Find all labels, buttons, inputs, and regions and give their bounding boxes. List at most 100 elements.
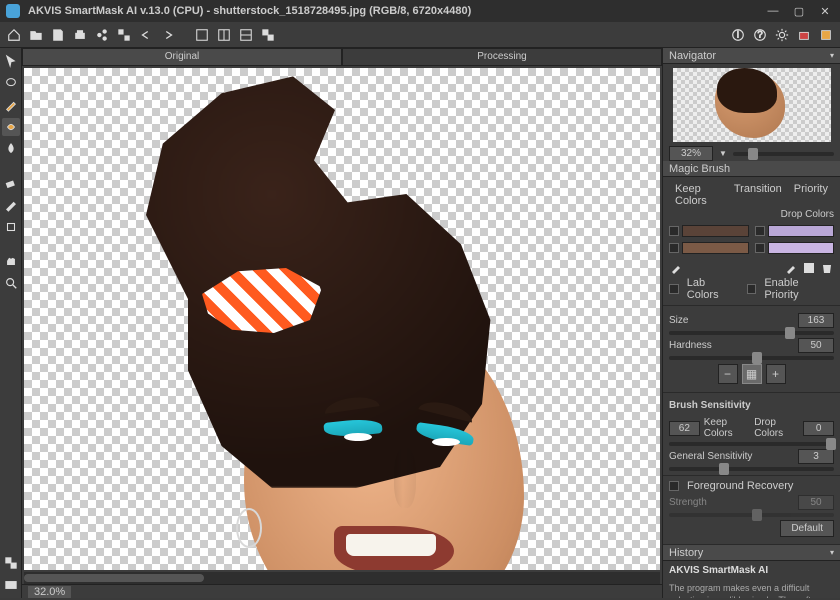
save-colors-icon[interactable] — [802, 261, 816, 275]
sens-slider[interactable] — [669, 442, 834, 446]
drop-swatches — [755, 224, 835, 255]
size-row: Size 163 — [669, 313, 834, 328]
home-button[interactable] — [4, 25, 24, 45]
save-button[interactable] — [48, 25, 68, 45]
subject-eye — [344, 433, 372, 441]
open-button[interactable] — [26, 25, 46, 45]
info-button[interactable]: i — [728, 25, 748, 45]
tab-original[interactable]: Original — [22, 48, 342, 66]
zoom-knob[interactable] — [748, 148, 758, 160]
pointer-tool[interactable] — [2, 52, 20, 70]
redo-button[interactable] — [158, 25, 178, 45]
keep-sens-row: 62 Keep Colors Drop Colors 0 — [669, 417, 834, 439]
swatch-chip[interactable] — [682, 225, 749, 237]
subject-eye — [432, 438, 460, 446]
swatch-check[interactable] — [755, 226, 765, 236]
general-knob[interactable] — [719, 463, 729, 475]
zoom-tool[interactable] — [2, 274, 20, 292]
swatch-tools — [669, 259, 834, 277]
view-split-h-button[interactable] — [214, 25, 234, 45]
size-label: Size — [669, 315, 688, 326]
horizontal-scrollbar[interactable] — [24, 572, 660, 584]
view-checker-button[interactable] — [258, 25, 278, 45]
eyedropper-drop-icon[interactable] — [784, 261, 798, 275]
default-button[interactable]: Default — [780, 520, 834, 537]
swatch-row[interactable] — [669, 241, 749, 255]
lab-colors-checkbox[interactable] — [669, 284, 679, 294]
navigator-header[interactable]: Navigator▾ — [663, 48, 840, 64]
swatch-chip[interactable] — [682, 242, 749, 254]
canvas[interactable] — [24, 68, 660, 570]
navigator-preview[interactable] — [663, 64, 840, 146]
minimize-button[interactable]: — — [764, 4, 782, 18]
enable-priority-checkbox[interactable] — [747, 284, 757, 294]
subject-earring — [236, 508, 262, 548]
size-value[interactable]: 163 — [798, 313, 834, 328]
blur-tool[interactable] — [2, 140, 20, 158]
hand-tool[interactable] — [2, 252, 20, 270]
history-title: AKVIS SmartMask AI — [663, 561, 840, 576]
settings-button[interactable] — [772, 25, 792, 45]
whatsnew-button[interactable] — [816, 25, 836, 45]
delete-colors-icon[interactable] — [820, 261, 834, 275]
lasso-tool[interactable] — [2, 74, 20, 92]
mask-toggle[interactable] — [2, 576, 20, 594]
canvas-wrap — [22, 66, 662, 584]
checker-toggle[interactable] — [2, 554, 20, 572]
batch-button[interactable] — [114, 25, 134, 45]
help-button[interactable]: ? — [750, 25, 770, 45]
collapse-icon: ▾ — [830, 545, 834, 561]
swatch-check[interactable] — [755, 243, 765, 253]
view-split-v-button[interactable] — [236, 25, 256, 45]
cart-button[interactable] — [794, 25, 814, 45]
swatch-row[interactable] — [755, 241, 835, 255]
swatch-row[interactable] — [669, 224, 749, 238]
view-full-button[interactable] — [192, 25, 212, 45]
swatch-chip[interactable] — [768, 225, 835, 237]
zoom-dropdown-icon[interactable]: ▼ — [719, 149, 727, 158]
scrollbar-thumb[interactable] — [24, 574, 204, 582]
share-button[interactable] — [92, 25, 112, 45]
keep-sens-label: Keep Colors — [704, 417, 750, 439]
keep-colors-tab[interactable]: Keep Colors — [669, 181, 728, 209]
eyedropper-keep-icon[interactable] — [669, 261, 683, 275]
size-knob[interactable] — [785, 327, 795, 339]
navigator-thumb[interactable] — [673, 68, 831, 142]
hardness-slider[interactable] — [669, 356, 834, 360]
keep-sens-value[interactable]: 62 — [669, 421, 700, 436]
hardness-value[interactable]: 50 — [798, 338, 834, 353]
zoom-slider[interactable] — [733, 152, 834, 156]
fg-checkbox[interactable] — [669, 481, 679, 491]
swatch-row[interactable] — [755, 224, 835, 238]
brush-tool[interactable] — [2, 196, 20, 214]
mode-select[interactable]: ▦ — [742, 364, 762, 384]
general-slider[interactable] — [669, 467, 834, 471]
magic-brush-tool[interactable] — [2, 118, 20, 136]
mode-minus[interactable]: − — [718, 364, 738, 384]
swatch-check[interactable] — [669, 226, 679, 236]
drop-sens-value[interactable]: 0 — [803, 421, 834, 436]
print-button[interactable] — [70, 25, 90, 45]
tab-processing[interactable]: Processing — [342, 48, 662, 66]
brush-sensitivity-label: Brush Sensitivity — [669, 397, 834, 414]
priority-tab[interactable]: Priority — [788, 181, 834, 209]
size-slider[interactable] — [669, 331, 834, 335]
wand-tool[interactable] — [2, 96, 20, 114]
history-header[interactable]: History▾ — [663, 545, 840, 561]
magic-brush-header[interactable]: Magic Brush — [663, 161, 840, 177]
sens-knob[interactable] — [826, 438, 836, 450]
eraser-tool[interactable] — [2, 174, 20, 192]
undo-button[interactable] — [136, 25, 156, 45]
general-label: General Sensitivity — [669, 451, 752, 462]
swatch-check[interactable] — [669, 243, 679, 253]
maximize-button[interactable]: ▢ — [790, 4, 808, 18]
zoom-value[interactable]: 32% — [669, 146, 713, 161]
mode-plus[interactable]: + — [766, 364, 786, 384]
transition-tab[interactable]: Transition — [728, 181, 788, 209]
general-value[interactable]: 3 — [798, 449, 834, 464]
drop-colors-label: Drop Colors — [669, 209, 834, 220]
close-button[interactable]: ✕ — [816, 4, 834, 18]
hardness-knob[interactable] — [752, 352, 762, 364]
crop-tool[interactable] — [2, 218, 20, 236]
swatch-chip[interactable] — [768, 242, 835, 254]
